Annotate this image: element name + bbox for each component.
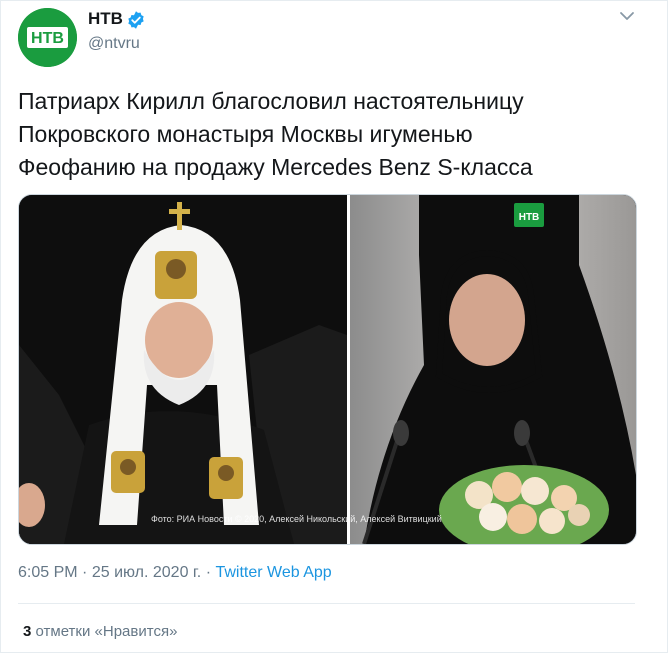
verified-badge-icon — [128, 11, 144, 29]
svg-text:НТВ: НТВ — [519, 212, 540, 223]
photo-divider — [347, 195, 350, 544]
photo-caption: Фото: РИА Новости © 2020, Алексей Николь… — [151, 514, 442, 524]
tweet-card: НТВ НТВ @ntvru Патриарх Кирилл благослов… — [0, 0, 668, 653]
likes-label: отметки «Нравится» — [35, 623, 178, 640]
tweet-date[interactable]: 25 июл. 2020 г. — [92, 564, 201, 581]
photo-right: НТВ — [350, 195, 636, 544]
tweet-photo[interactable]: НТВ Фото: РИА Новости © 2020, Алексей Ни… — [18, 194, 637, 545]
tweet-meta: 6:05 PM · 25 июл. 2020 г. · Twitter Web … — [18, 564, 332, 582]
avatar[interactable]: НТВ — [18, 8, 77, 67]
meta-separator: · — [205, 564, 212, 581]
ntv-logo-icon: НТВ — [18, 8, 77, 67]
tweet-text: Патриарх Кирилл благословил настоятельни… — [18, 85, 648, 184]
photo-left — [19, 195, 347, 544]
photo-collage: НТВ Фото: РИА Новости © 2020, Алексей Ни… — [19, 195, 636, 544]
meta-separator: · — [82, 564, 88, 581]
source-app-link[interactable]: Twitter Web App — [215, 564, 331, 581]
tweet-line: Патриарх Кирилл благословил настоятельни… — [18, 88, 524, 114]
account-handle[interactable]: @ntvru — [88, 35, 140, 53]
svg-text:НТВ: НТВ — [31, 30, 64, 47]
tweet-time[interactable]: 6:05 PM — [18, 564, 78, 581]
divider — [18, 603, 635, 604]
account-name[interactable]: НТВ — [88, 9, 123, 29]
likes-stat[interactable]: 3 отметки «Нравится» — [23, 623, 177, 640]
tweet-line: Феофанию на продажу Mercedes Benz S-клас… — [18, 154, 533, 180]
tweet-line: Покровского монастыря Москвы игуменью — [18, 121, 473, 147]
chevron-down-icon[interactable] — [618, 9, 636, 23]
likes-count: 3 — [23, 623, 32, 640]
